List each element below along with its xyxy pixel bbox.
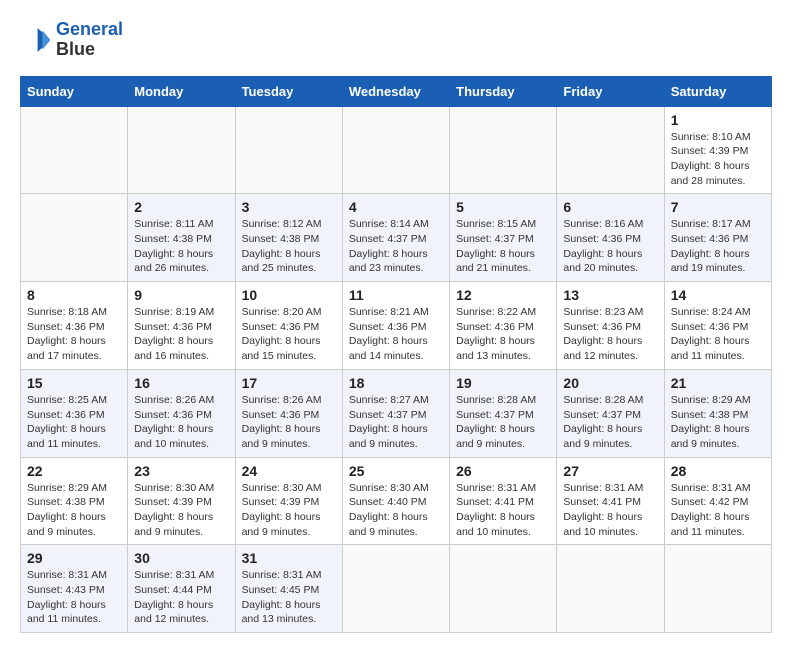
- calendar-cell: 26Sunrise: 8:31 AMSunset: 4:41 PMDayligh…: [450, 457, 557, 545]
- calendar-cell: 17Sunrise: 8:26 AMSunset: 4:36 PMDayligh…: [235, 369, 342, 457]
- calendar-header: SundayMondayTuesdayWednesdayThursdayFrid…: [21, 76, 772, 106]
- header-tuesday: Tuesday: [235, 76, 342, 106]
- calendar-row: 2Sunrise: 8:11 AMSunset: 4:38 PMDaylight…: [21, 194, 772, 282]
- calendar-cell: 10Sunrise: 8:20 AMSunset: 4:36 PMDayligh…: [235, 282, 342, 370]
- calendar-cell-empty: [557, 545, 664, 633]
- calendar-cell-empty: [557, 106, 664, 194]
- calendar-cell-empty: [21, 194, 128, 282]
- calendar-cell: 7Sunrise: 8:17 AMSunset: 4:36 PMDaylight…: [664, 194, 771, 282]
- logo-icon: [20, 24, 52, 56]
- calendar-cell-empty: [664, 545, 771, 633]
- calendar-cell-empty: [342, 545, 449, 633]
- calendar-row: 15Sunrise: 8:25 AMSunset: 4:36 PMDayligh…: [21, 369, 772, 457]
- header-monday: Monday: [128, 76, 235, 106]
- calendar-cell: 21Sunrise: 8:29 AMSunset: 4:38 PMDayligh…: [664, 369, 771, 457]
- calendar-cell: 5Sunrise: 8:15 AMSunset: 4:37 PMDaylight…: [450, 194, 557, 282]
- calendar-cell: 1Sunrise: 8:10 AMSunset: 4:39 PMDaylight…: [664, 106, 771, 194]
- header-thursday: Thursday: [450, 76, 557, 106]
- calendar-cell: 29Sunrise: 8:31 AMSunset: 4:43 PMDayligh…: [21, 545, 128, 633]
- page-header: General Blue: [20, 20, 772, 60]
- calendar-cell: 14Sunrise: 8:24 AMSunset: 4:36 PMDayligh…: [664, 282, 771, 370]
- logo-text: General Blue: [56, 20, 123, 60]
- header-row: SundayMondayTuesdayWednesdayThursdayFrid…: [21, 76, 772, 106]
- logo: General Blue: [20, 20, 123, 60]
- calendar-table: SundayMondayTuesdayWednesdayThursdayFrid…: [20, 76, 772, 634]
- calendar-row: 29Sunrise: 8:31 AMSunset: 4:43 PMDayligh…: [21, 545, 772, 633]
- calendar-cell: 2Sunrise: 8:11 AMSunset: 4:38 PMDaylight…: [128, 194, 235, 282]
- calendar-cell: 3Sunrise: 8:12 AMSunset: 4:38 PMDaylight…: [235, 194, 342, 282]
- calendar-cell-empty: [128, 106, 235, 194]
- calendar-cell: 19Sunrise: 8:28 AMSunset: 4:37 PMDayligh…: [450, 369, 557, 457]
- calendar-cell-empty: [450, 106, 557, 194]
- calendar-cell: 8Sunrise: 8:18 AMSunset: 4:36 PMDaylight…: [21, 282, 128, 370]
- calendar-cell: 24Sunrise: 8:30 AMSunset: 4:39 PMDayligh…: [235, 457, 342, 545]
- calendar-cell: 25Sunrise: 8:30 AMSunset: 4:40 PMDayligh…: [342, 457, 449, 545]
- header-friday: Friday: [557, 76, 664, 106]
- calendar-cell: 27Sunrise: 8:31 AMSunset: 4:41 PMDayligh…: [557, 457, 664, 545]
- calendar-row: 1Sunrise: 8:10 AMSunset: 4:39 PMDaylight…: [21, 106, 772, 194]
- calendar-cell: 22Sunrise: 8:29 AMSunset: 4:38 PMDayligh…: [21, 457, 128, 545]
- calendar-cell: 11Sunrise: 8:21 AMSunset: 4:36 PMDayligh…: [342, 282, 449, 370]
- calendar-cell-empty: [235, 106, 342, 194]
- calendar-cell: 4Sunrise: 8:14 AMSunset: 4:37 PMDaylight…: [342, 194, 449, 282]
- calendar-row: 8Sunrise: 8:18 AMSunset: 4:36 PMDaylight…: [21, 282, 772, 370]
- header-wednesday: Wednesday: [342, 76, 449, 106]
- calendar-cell: 13Sunrise: 8:23 AMSunset: 4:36 PMDayligh…: [557, 282, 664, 370]
- calendar-cell-empty: [450, 545, 557, 633]
- calendar-cell: 20Sunrise: 8:28 AMSunset: 4:37 PMDayligh…: [557, 369, 664, 457]
- calendar-cell: 30Sunrise: 8:31 AMSunset: 4:44 PMDayligh…: [128, 545, 235, 633]
- header-saturday: Saturday: [664, 76, 771, 106]
- calendar-cell: 18Sunrise: 8:27 AMSunset: 4:37 PMDayligh…: [342, 369, 449, 457]
- calendar-cell: 6Sunrise: 8:16 AMSunset: 4:36 PMDaylight…: [557, 194, 664, 282]
- calendar-cell: 23Sunrise: 8:30 AMSunset: 4:39 PMDayligh…: [128, 457, 235, 545]
- calendar-cell: 31Sunrise: 8:31 AMSunset: 4:45 PMDayligh…: [235, 545, 342, 633]
- calendar-cell: 15Sunrise: 8:25 AMSunset: 4:36 PMDayligh…: [21, 369, 128, 457]
- calendar-row: 22Sunrise: 8:29 AMSunset: 4:38 PMDayligh…: [21, 457, 772, 545]
- calendar-body: 1Sunrise: 8:10 AMSunset: 4:39 PMDaylight…: [21, 106, 772, 633]
- calendar-cell: 28Sunrise: 8:31 AMSunset: 4:42 PMDayligh…: [664, 457, 771, 545]
- calendar-cell: 12Sunrise: 8:22 AMSunset: 4:36 PMDayligh…: [450, 282, 557, 370]
- calendar-cell-empty: [21, 106, 128, 194]
- header-sunday: Sunday: [21, 76, 128, 106]
- calendar-cell-empty: [342, 106, 449, 194]
- calendar-cell: 9Sunrise: 8:19 AMSunset: 4:36 PMDaylight…: [128, 282, 235, 370]
- calendar-cell: 16Sunrise: 8:26 AMSunset: 4:36 PMDayligh…: [128, 369, 235, 457]
